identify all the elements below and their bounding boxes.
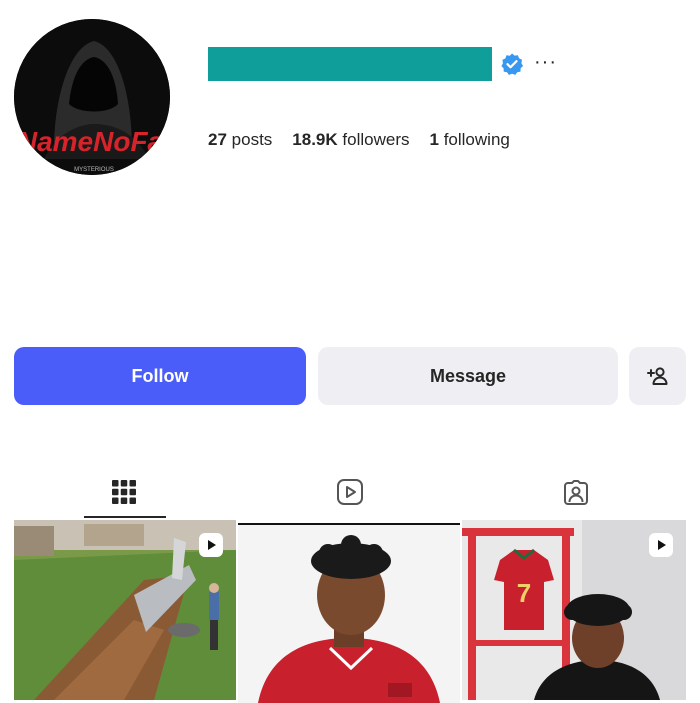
- avatar-caption: MYSTERIOUS: [74, 167, 114, 173]
- reels-icon: [337, 479, 363, 505]
- grid-icon: [112, 480, 136, 504]
- grid-post-3[interactable]: 7: [462, 520, 686, 700]
- avatar-image: NameNoFa MYSTERIOUS: [14, 19, 170, 175]
- reel-indicator-icon: [198, 532, 224, 558]
- follow-button[interactable]: Follow: [14, 347, 306, 405]
- followers-count: 18.9K: [292, 130, 338, 149]
- username-redacted-bar: [208, 47, 492, 81]
- suggest-people-button[interactable]: [629, 347, 686, 405]
- posts-grid: 7: [14, 520, 686, 703]
- message-button[interactable]: Message: [318, 347, 618, 405]
- jersey-number: 7: [517, 578, 531, 608]
- followers-label: followers: [342, 130, 410, 149]
- tagged-icon: [564, 480, 588, 505]
- grid-post-2[interactable]: [238, 523, 460, 703]
- profile-stats: 27 posts 18.9K followers 1 following: [208, 130, 510, 150]
- verified-badge-icon: [500, 52, 524, 76]
- more-horizontal-icon[interactable]: ···: [534, 50, 557, 74]
- tab-posts[interactable]: [104, 472, 144, 512]
- tab-tagged[interactable]: [556, 472, 596, 512]
- following-label: following: [443, 130, 510, 149]
- tab-reels[interactable]: [330, 472, 370, 512]
- stat-following[interactable]: 1 following: [430, 130, 510, 150]
- stat-posts[interactable]: 27 posts: [208, 130, 272, 150]
- reel-indicator-icon: [648, 532, 674, 558]
- profile-avatar[interactable]: NameNoFa MYSTERIOUS: [14, 19, 170, 175]
- profile-tabs: [0, 460, 700, 520]
- stat-followers[interactable]: 18.9K followers: [292, 130, 409, 150]
- posts-count: 27: [208, 130, 227, 149]
- following-count: 1: [429, 130, 439, 149]
- add-person-icon: [646, 367, 667, 385]
- follow-button-label: Follow: [131, 365, 189, 386]
- grid-post-1[interactable]: [14, 520, 236, 700]
- avatar-logo-text: NameNoFa: [17, 126, 163, 157]
- post-thumbnail: [238, 523, 460, 703]
- posts-label: posts: [231, 130, 273, 149]
- message-button-label: Message: [429, 365, 507, 386]
- active-tab-indicator: [84, 516, 166, 518]
